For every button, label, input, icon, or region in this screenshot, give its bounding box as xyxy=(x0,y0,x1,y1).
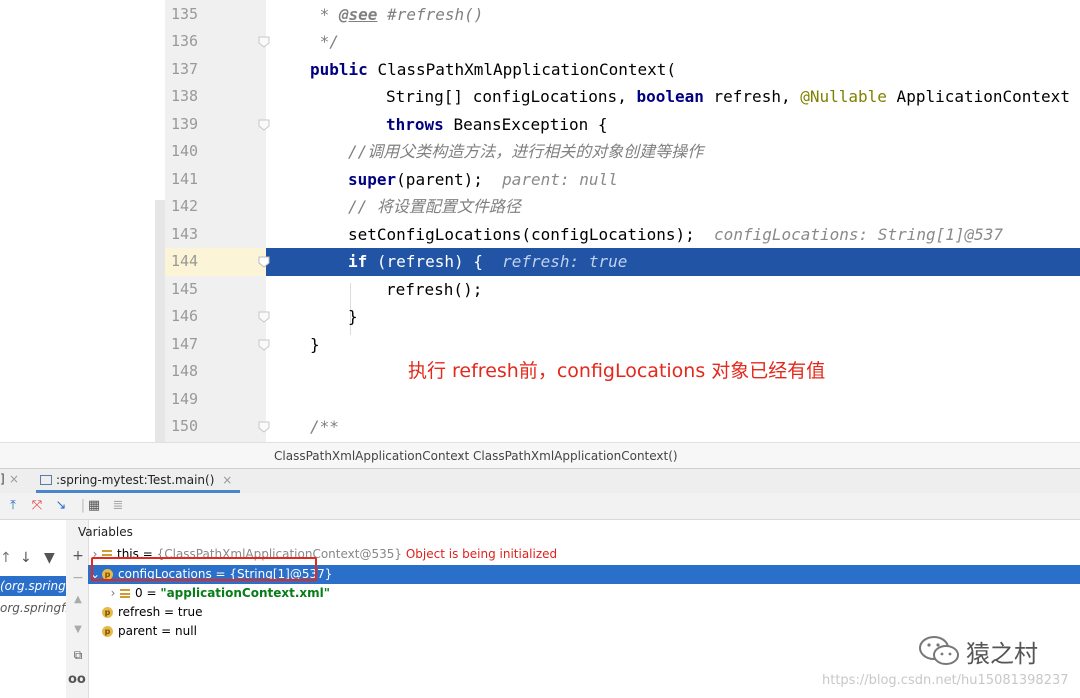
code-line[interactable]: throws BeansException { xyxy=(386,111,608,139)
var-value: = null xyxy=(157,624,197,638)
move-up-icon[interactable]: ▲ xyxy=(70,594,86,605)
drop-frame-icon[interactable]: ⤧ xyxy=(29,498,45,514)
var-row-item0[interactable]: › 0 = "applicationContext.xml" xyxy=(88,584,1080,603)
trace-icon[interactable]: ≣ xyxy=(110,498,126,514)
var-prefix: 0 = xyxy=(135,586,161,600)
line-number[interactable]: 143 xyxy=(165,221,223,249)
remove-watch-icon[interactable]: − xyxy=(70,570,86,586)
annotation-text: 执行 refresh前，configLocations 对象已经有值 xyxy=(408,360,826,382)
code-line[interactable]: //调用父类构造方法，进行相关的对象创建等操作 xyxy=(348,138,703,166)
fold-marker-icon[interactable] xyxy=(258,119,270,131)
var-value: = true xyxy=(160,605,203,619)
move-down-icon[interactable]: ▼ xyxy=(70,624,86,635)
code-line[interactable]: } xyxy=(310,331,320,359)
var-note: Object is being initialized xyxy=(405,547,558,561)
arrow-up-icon[interactable]: ↑ xyxy=(0,550,12,566)
frames-panel[interactable]: ↑ ↓ ▼ (org.springf org.springfra xyxy=(0,520,67,698)
var-value: "applicationContext.xml" xyxy=(160,586,331,600)
code-line[interactable]: */ xyxy=(310,28,339,56)
breadcrumb: ClassPathXmlApplicationContext › ClassPa… xyxy=(0,442,1080,469)
parameter-icon: p xyxy=(102,626,113,637)
line-number[interactable]: 138 xyxy=(165,83,223,111)
chevron-right-icon: › xyxy=(459,449,464,463)
line-number[interactable]: 139 xyxy=(165,111,223,139)
filter-icon[interactable]: ▼ xyxy=(44,550,55,566)
line-number[interactable]: 145 xyxy=(165,276,223,304)
fold-marker-icon[interactable] xyxy=(258,311,270,323)
var-name: parent xyxy=(118,624,158,638)
tab-prev-bracket: ] xyxy=(0,472,5,486)
code-line[interactable]: /** xyxy=(310,413,339,441)
variables-title: Variables xyxy=(78,525,133,539)
code-line[interactable]: super(parent); parent: null xyxy=(348,166,618,194)
code-editor[interactable]: * @see #refresh() */public ClassPathXmlA… xyxy=(0,0,1080,442)
line-number[interactable]: 147 xyxy=(165,331,223,359)
scroll-marker xyxy=(155,200,165,442)
line-number[interactable]: 137 xyxy=(165,56,223,84)
code-line[interactable]: // 将设置配置文件路径 xyxy=(348,193,521,221)
highlight-box xyxy=(91,557,317,581)
close-icon[interactable]: × xyxy=(9,472,19,486)
line-number[interactable]: 148 xyxy=(165,358,223,386)
code-line[interactable]: * @see #refresh() xyxy=(310,1,484,29)
add-watch-icon[interactable]: + xyxy=(70,548,86,564)
line-number[interactable]: 146 xyxy=(165,303,223,331)
line-number[interactable]: 141 xyxy=(165,166,223,194)
code-line[interactable]: if (refresh) { refresh: true xyxy=(348,248,627,276)
frame-item-selected[interactable]: (org.springf xyxy=(0,576,66,596)
close-tab-icon[interactable]: × xyxy=(222,473,232,487)
code-line[interactable]: setConfigLocations(configLocations); con… xyxy=(348,221,1003,249)
wechat-logo-icon xyxy=(918,634,962,668)
fold-marker-icon[interactable] xyxy=(258,339,270,351)
var-name: refresh xyxy=(118,605,161,619)
line-number[interactable]: 150 xyxy=(165,413,223,441)
frame-item[interactable]: org.springfra xyxy=(0,598,66,618)
code-line[interactable]: public ClassPathXmlApplicationContext( xyxy=(310,56,676,84)
breadcrumb-method[interactable]: ClassPathXmlApplicationContext() xyxy=(473,449,678,463)
run-to-cursor-icon[interactable]: ↘ xyxy=(53,498,69,514)
variables-header: Variables xyxy=(66,520,1080,544)
array-element-icon xyxy=(120,589,130,598)
tab-debug-session[interactable]: :spring-mytest:Test.main() × xyxy=(36,469,241,493)
parameter-icon: p xyxy=(102,607,113,618)
breadcrumb-class[interactable]: ClassPathXmlApplicationContext xyxy=(274,449,469,463)
debug-config-icon xyxy=(40,475,52,485)
chevron-right-icon[interactable]: › xyxy=(106,584,120,603)
variables-side-toolbar: + − ▲ ▼ ⧉ oo xyxy=(66,520,89,698)
watermark-url: https://blog.csdn.net/hu15081398237 xyxy=(822,673,1069,688)
line-number[interactable]: 136 xyxy=(165,28,223,56)
line-number[interactable]: 142 xyxy=(165,193,223,221)
code-line[interactable]: refresh(); xyxy=(386,276,482,304)
arrow-down-icon[interactable]: ↓ xyxy=(20,550,32,566)
copy-icon[interactable]: ⧉ xyxy=(70,648,86,663)
line-number[interactable]: 140 xyxy=(165,138,223,166)
debug-tab-bar: ] × :spring-mytest:Test.main() × xyxy=(0,468,1080,494)
fold-marker-icon[interactable] xyxy=(258,421,270,433)
line-number[interactable]: 144 xyxy=(165,248,223,276)
editor-left-strip xyxy=(0,0,165,442)
var-row-refresh[interactable]: p refresh = true xyxy=(88,603,1080,622)
code-line[interactable]: String[] configLocations, boolean refres… xyxy=(386,83,1080,111)
debug-toolbar: ⤒ ⤧ ↘ | ▦ ≣ xyxy=(0,493,1080,520)
code-line[interactable]: } xyxy=(348,303,358,331)
glasses-icon[interactable]: oo xyxy=(68,672,86,687)
watermark-brand: 猿之村 xyxy=(966,640,1038,668)
evaluate-expression-icon[interactable]: ▦ xyxy=(86,498,102,514)
line-number[interactable]: 135 xyxy=(165,1,223,29)
fold-marker-icon[interactable] xyxy=(258,256,270,268)
tab-debug-label: :spring-mytest:Test.main() xyxy=(56,473,215,487)
line-number[interactable]: 149 xyxy=(165,386,223,414)
fold-marker-icon[interactable] xyxy=(258,36,270,48)
step-out-icon[interactable]: ⤒ xyxy=(5,498,21,514)
